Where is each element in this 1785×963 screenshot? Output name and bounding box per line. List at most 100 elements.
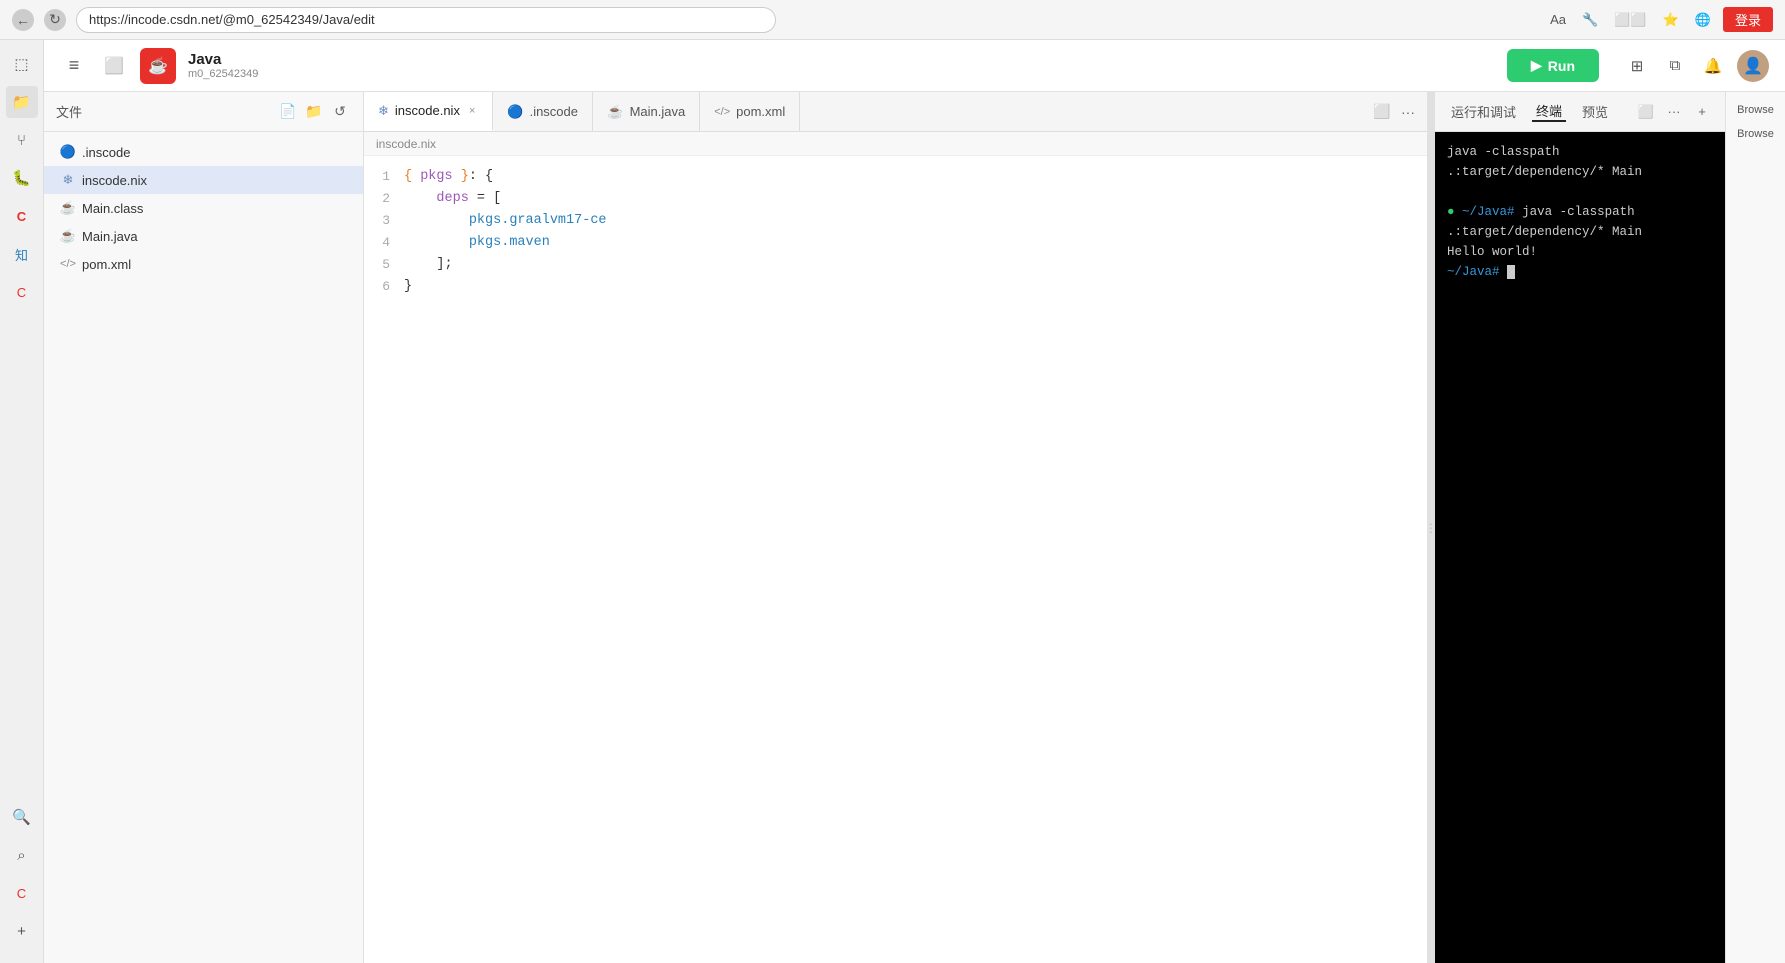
sidebar-icon-ai[interactable]: 知 bbox=[6, 238, 38, 270]
file-sidebar-actions: 📄 📁 ↺ bbox=[277, 101, 351, 123]
app-container: ⬚ 📁 ⑂ 🐛 C 知 C 🔍 ⌕ C + ≡ ⬜ ☕ Java m0_6254… bbox=[0, 40, 1785, 963]
sidebar-icon-debug[interactable]: 🐛 bbox=[6, 162, 38, 194]
file-name: inscode.nix bbox=[82, 173, 147, 188]
xml-icon: </> bbox=[60, 256, 76, 272]
browser-chrome: ← ↻ https://incode.csdn.net/@m0_62542349… bbox=[0, 0, 1785, 40]
tab-close-button[interactable]: × bbox=[466, 104, 478, 118]
tab-main-java[interactable]: ☕ Main.java bbox=[593, 92, 700, 131]
line-content-4: pkgs.maven bbox=[404, 232, 1427, 254]
tab-inscode-nix[interactable]: ❄ inscode.nix × bbox=[364, 92, 493, 131]
split-button[interactable]: ⧉ bbox=[1661, 52, 1689, 80]
terminal-line-5: ~/Java# bbox=[1447, 262, 1713, 282]
terminal-tab-debug[interactable]: 运行和调试 bbox=[1447, 102, 1520, 121]
layout-button[interactable]: ⬜ bbox=[100, 52, 128, 80]
browser-action-1[interactable]: Aa bbox=[1546, 10, 1570, 29]
new-file-button[interactable]: 📄 bbox=[277, 101, 299, 123]
terminal-line-1: java -classpath .:target/dependency/* Ma… bbox=[1447, 142, 1713, 182]
terminal-tab-actions: ⬜ ··· + bbox=[1635, 101, 1713, 123]
terminal-prompt: ~/Java# bbox=[1462, 205, 1515, 219]
work-area: 文件 📄 📁 ↺ 🔵 .inscode ❄ inscode.nix bbox=[44, 92, 1785, 963]
browse-button-2[interactable]: Browse bbox=[1730, 124, 1782, 144]
terminal-prompt-2: ~/Java# bbox=[1447, 265, 1500, 279]
browser-action-3[interactable]: ⬜⬜ bbox=[1610, 10, 1650, 30]
browse-button-1[interactable]: Browse bbox=[1730, 100, 1782, 120]
project-info: Java m0_62542349 bbox=[188, 51, 258, 80]
terminal-tab-preview[interactable]: 预览 bbox=[1578, 102, 1612, 121]
run-button[interactable]: ▶ Run bbox=[1507, 49, 1599, 82]
sidebar-icon-add[interactable]: + bbox=[6, 915, 38, 947]
file-sidebar-header: 文件 📄 📁 ↺ bbox=[44, 92, 363, 132]
hamburger-button[interactable]: ≡ bbox=[60, 52, 88, 80]
tab-label: pom.xml bbox=[736, 104, 785, 119]
sidebar-icon-layout[interactable]: ⬚ bbox=[6, 48, 38, 80]
line-number-2: 2 bbox=[364, 188, 404, 210]
browser-actions: Aa 🔧 ⬜⬜ ⭐ 🌐 登录 bbox=[1546, 7, 1773, 32]
icon-sidebar: ⬚ 📁 ⑂ 🐛 C 知 C 🔍 ⌕ C + bbox=[0, 40, 44, 963]
refresh-button[interactable]: ↻ bbox=[44, 9, 66, 31]
sidebar-icon-search2[interactable]: ⌕ bbox=[6, 839, 38, 871]
nix-icon: ❄ bbox=[60, 172, 76, 188]
sidebar-icon-csdn-red[interactable]: C bbox=[6, 200, 38, 232]
file-sidebar: 文件 📄 📁 ↺ 🔵 .inscode ❄ inscode.nix bbox=[44, 92, 364, 963]
back-button[interactable]: ← bbox=[12, 9, 34, 31]
top-bar: ≡ ⬜ ☕ Java m0_62542349 ▶ Run ⊞ ⧉ 🔔 👤 bbox=[44, 40, 1785, 92]
tab-label: inscode.nix bbox=[395, 103, 460, 118]
breadcrumb-file: inscode.nix bbox=[376, 137, 436, 151]
bell-button[interactable]: 🔔 bbox=[1699, 52, 1727, 80]
file-item-main-java[interactable]: ☕ Main.java bbox=[44, 222, 363, 250]
top-bar-actions: ⊞ ⧉ 🔔 👤 bbox=[1623, 50, 1769, 82]
refresh-files-button[interactable]: ↺ bbox=[329, 101, 351, 123]
code-line-6: 6 } bbox=[364, 276, 1427, 298]
code-line-2: 2 deps = [ bbox=[364, 188, 1427, 210]
tab-icon-java: ☕ bbox=[607, 104, 623, 120]
right-panel: Browse Browse bbox=[1725, 92, 1785, 963]
code-line-4: 4 pkgs.maven bbox=[364, 232, 1427, 254]
sidebar-bottom-icons: 🔍 ⌕ C + bbox=[6, 801, 38, 955]
url-text: https://incode.csdn.net/@m0_62542349/Jav… bbox=[89, 12, 375, 27]
new-folder-button[interactable]: 📁 bbox=[303, 101, 325, 123]
line-number-1: 1 bbox=[364, 166, 404, 188]
terminal-cursor bbox=[1507, 265, 1515, 279]
avatar[interactable]: 👤 bbox=[1737, 50, 1769, 82]
tab-pom-xml[interactable]: </> pom.xml bbox=[700, 92, 800, 131]
file-item-main-class[interactable]: ☕ Main.class bbox=[44, 194, 363, 222]
login-button[interactable]: 登录 bbox=[1723, 7, 1773, 32]
green-dot: ● bbox=[1447, 205, 1455, 219]
class-icon: ☕ bbox=[60, 200, 76, 216]
file-item-inscode[interactable]: 🔵 .inscode bbox=[44, 138, 363, 166]
browser-action-2[interactable]: 🔧 bbox=[1578, 10, 1602, 30]
sidebar-icon-files[interactable]: 📁 bbox=[6, 86, 38, 118]
tab-icon-inscode: 🔵 bbox=[507, 104, 523, 120]
panel-divider[interactable] bbox=[1427, 92, 1435, 963]
sidebar-icon-c3[interactable]: C bbox=[6, 877, 38, 909]
file-item-pom-xml[interactable]: </> pom.xml bbox=[44, 250, 363, 278]
sidebar-icon-search[interactable]: 🔍 bbox=[6, 801, 38, 833]
browser-action-4[interactable]: ⭐ bbox=[1659, 10, 1683, 30]
terminal-more-button[interactable]: ··· bbox=[1663, 101, 1685, 123]
file-sidebar-title: 文件 bbox=[56, 102, 82, 121]
file-name: .inscode bbox=[82, 145, 130, 160]
split-editor-button[interactable]: ⬜ bbox=[1371, 101, 1393, 123]
sidebar-icon-git[interactable]: ⑂ bbox=[6, 124, 38, 156]
project-logo: ☕ bbox=[140, 48, 176, 84]
file-item-inscode-nix[interactable]: ❄ inscode.nix bbox=[44, 166, 363, 194]
terminal-content[interactable]: java -classpath .:target/dependency/* Ma… bbox=[1435, 132, 1725, 963]
line-content-1: { pkgs }: { bbox=[404, 166, 1427, 188]
tab-bar: ❄ inscode.nix × 🔵 .inscode ☕ Main.java <… bbox=[364, 92, 1427, 132]
more-button[interactable]: ··· bbox=[1397, 101, 1419, 123]
sidebar-icon-c2[interactable]: C bbox=[6, 276, 38, 308]
address-bar[interactable]: https://incode.csdn.net/@m0_62542349/Jav… bbox=[76, 7, 776, 33]
terminal-split-button[interactable]: ⬜ bbox=[1635, 101, 1657, 123]
terminal-add-button[interactable]: + bbox=[1691, 101, 1713, 123]
terminal-header: 运行和调试 终端 预览 ⬜ ··· + bbox=[1435, 92, 1725, 132]
tab-label: .inscode bbox=[530, 104, 578, 119]
file-name: pom.xml bbox=[82, 257, 131, 272]
tab-inscode[interactable]: 🔵 .inscode bbox=[493, 92, 593, 131]
code-editor[interactable]: 1 { pkgs }: { 2 deps = [ 3 pkgs.graalvm1… bbox=[364, 156, 1427, 963]
project-user: m0_62542349 bbox=[188, 68, 258, 80]
terminal-tab-terminal[interactable]: 终端 bbox=[1532, 101, 1566, 122]
terminal-line-4: Hello world! bbox=[1447, 242, 1713, 262]
line-content-3: pkgs.graalvm17-ce bbox=[404, 210, 1427, 232]
browser-action-5[interactable]: 🌐 bbox=[1691, 10, 1715, 30]
grid-button[interactable]: ⊞ bbox=[1623, 52, 1651, 80]
